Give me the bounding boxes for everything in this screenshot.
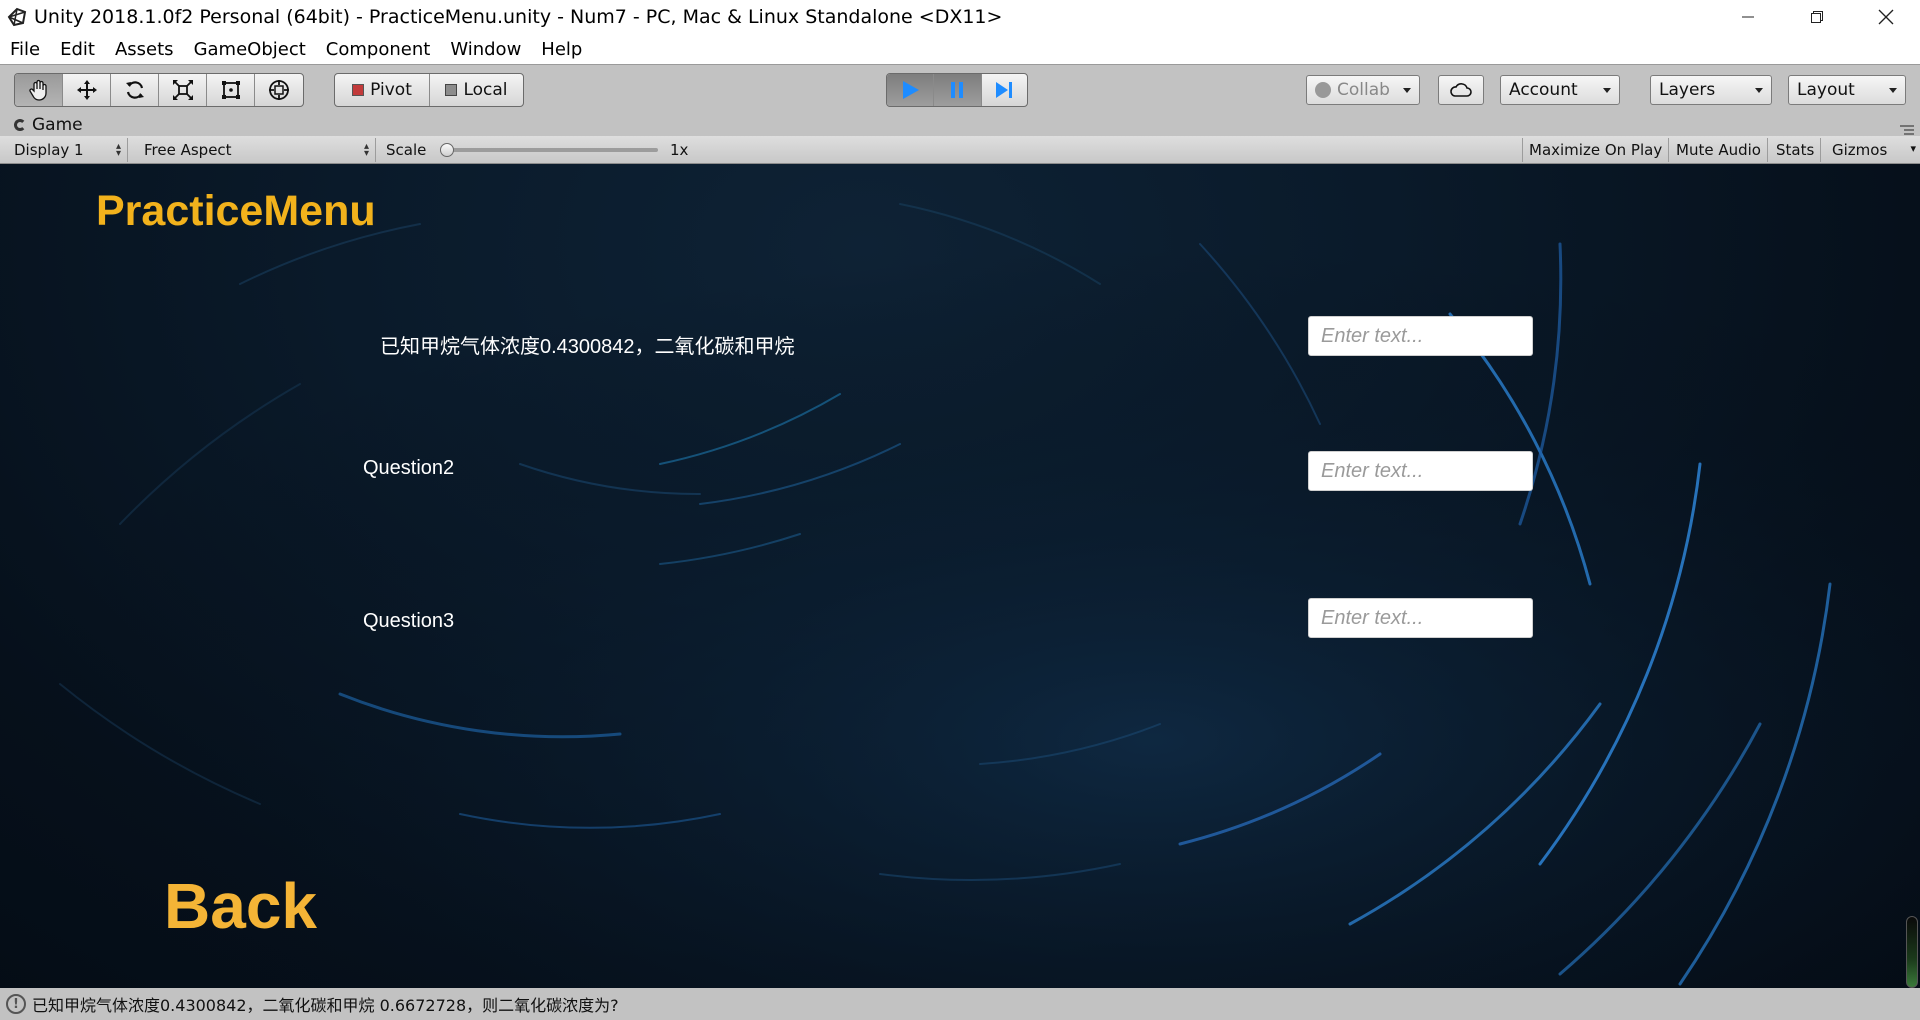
unity-icon [4,4,30,30]
scale-value: 1x [670,141,689,159]
menu-component[interactable]: Component [316,39,441,60]
stats-label: Stats [1776,141,1815,159]
page-title: PracticeMenu [96,187,376,235]
mute-label: Mute Audio [1676,141,1761,159]
local-label: Local [463,80,508,100]
window-title: Unity 2018.1.0f2 Personal (64bit) - Prac… [34,6,1003,28]
pacman-icon [14,119,26,131]
game-view-bar: Display 1 ▴ ▾ Free Aspect ▴ ▾ Scale 1x Max… [0,136,1920,164]
collab-dropdown[interactable]: Collab [1306,75,1420,105]
aspect-select[interactable]: Free Aspect ▴ ▾ [138,138,376,162]
hand-icon[interactable] [15,74,63,106]
close-icon[interactable] [1851,0,1920,34]
layers-dropdown[interactable]: Layers [1650,75,1772,105]
layers-label: Layers [1659,80,1716,100]
account-label: Account [1509,80,1578,100]
chevron-down-icon: ▾ [1910,142,1916,155]
info-icon: ! [6,994,26,1014]
cloud-icon [1450,83,1472,97]
scale-icon[interactable] [159,74,207,106]
question-2-label: Question2 [363,457,455,479]
answer-3-input[interactable] [1308,598,1533,638]
rect-icon[interactable] [207,74,255,106]
menu-file[interactable]: File [0,39,50,60]
pivot-button[interactable]: Pivot [335,74,430,106]
menu-window[interactable]: Window [440,39,531,60]
stats-toggle[interactable]: Stats [1770,138,1822,162]
tab-game-label: Game [32,115,83,135]
question-3-label: Question3 [363,610,455,632]
layout-label: Layout [1797,80,1855,100]
console-message[interactable]: 已知甲烷气体浓度0.4300842，二氧化碳和甲烷 0.6672728，则二氧化… [32,992,619,1016]
answer-2-input[interactable] [1308,451,1533,491]
scale-slider[interactable] [440,143,658,157]
maximize-on-play-toggle[interactable]: Maximize On Play [1522,138,1670,162]
pivot-label: Pivot [370,80,412,100]
step-icon[interactable] [982,74,1027,106]
display-select[interactable]: Display 1 ▴ ▾ [8,138,128,162]
maximize-label: Maximize On Play [1529,141,1663,159]
scale-label: Scale [386,141,427,159]
account-dropdown[interactable]: Account [1500,75,1620,105]
scale-slider-thumb[interactable] [440,143,454,157]
select-arrows-icon: ▴ ▾ [115,141,121,159]
check-icon [1315,82,1331,98]
gizmos-dropdown[interactable]: Gizmos ▾ [1826,138,1920,162]
mute-audio-toggle[interactable]: Mute Audio [1670,138,1768,162]
local-button[interactable]: Local [430,74,523,106]
aspect-label: Free Aspect [144,141,232,159]
menu-bar: File Edit Assets GameObject Component Wi… [0,34,1920,64]
status-bar: ! 已知甲烷气体浓度0.4300842，二氧化碳和甲烷 0.6672728，则二… [0,988,1920,1020]
title-bar: Unity 2018.1.0f2 Personal (64bit) - Prac… [0,0,1920,34]
play-controls [886,73,1028,107]
tab-game[interactable]: Game [14,115,83,135]
star-trails-background [0,164,1920,988]
game-tab-strip: Game [0,114,1920,136]
menu-edit[interactable]: Edit [50,39,105,60]
pivot-group: Pivot Local [334,73,524,107]
rotate-icon[interactable] [111,74,159,106]
toolbar: Pivot Local Collab Account Layers Layout [0,64,1920,114]
restore-icon[interactable] [1782,0,1851,34]
scale-control: Scale 1x [380,138,700,162]
menu-gameobject[interactable]: GameObject [184,39,316,60]
minimize-icon[interactable] [1713,0,1782,34]
transform-icon[interactable] [255,74,303,106]
gizmos-label: Gizmos [1832,141,1888,159]
back-button[interactable]: Back [164,869,317,943]
scrollbar[interactable] [1906,916,1918,988]
pivot-icon [352,84,365,96]
menu-help[interactable]: Help [531,39,592,60]
play-icon[interactable] [887,74,935,106]
pause-icon[interactable] [934,74,982,106]
menu-assets[interactable]: Assets [105,39,184,60]
game-viewport: PracticeMenu 已知甲烷气体浓度0.4300842，二氧化碳和甲烷 Q… [0,164,1920,988]
local-cube-icon [445,84,458,96]
display-label: Display 1 [14,141,84,159]
cloud-button[interactable] [1438,75,1484,105]
layout-dropdown[interactable]: Layout [1788,75,1906,105]
question-1-label: 已知甲烷气体浓度0.4300842，二氧化碳和甲烷 [380,336,795,358]
move-icon[interactable] [63,74,111,106]
select-arrows-icon: ▴ ▾ [363,141,369,159]
collab-label: Collab [1337,80,1390,100]
answer-1-input[interactable] [1308,316,1533,356]
transform-tools [14,73,304,107]
